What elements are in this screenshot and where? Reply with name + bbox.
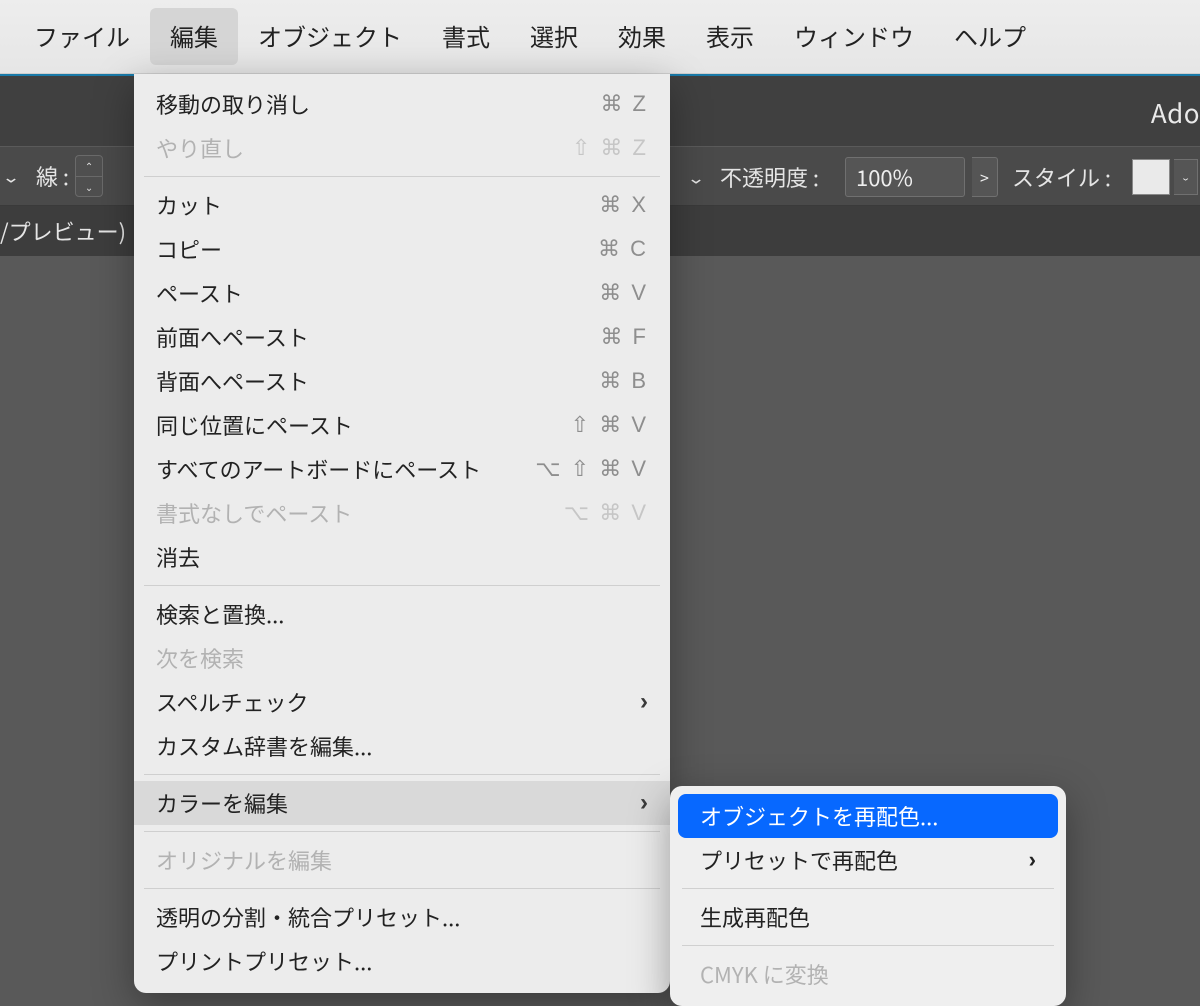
menu-item[interactable]: 検索と置換...	[134, 592, 670, 636]
chevron-down-icon[interactable]: ⌄	[76, 177, 102, 197]
menu-効果[interactable]: 効果	[598, 8, 686, 65]
menu-表示[interactable]: 表示	[686, 8, 774, 65]
shortcut-label: ⇧ ⌘ V	[571, 412, 648, 438]
menu-item-label: コピー	[156, 233, 598, 265]
shortcut-label: ⌘ X	[599, 192, 648, 218]
menu-item: 書式なしでペースト⌥ ⌘ V	[134, 491, 670, 535]
edit-color-submenu: オブジェクトを再配色... プリセットで再配色› 生成再配色 CMYK に変換	[670, 786, 1066, 1006]
menu-item[interactable]: カスタム辞書を編集...	[134, 724, 670, 768]
menu-item-label: 前面へペースト	[156, 321, 600, 353]
submenu-item-label: プリセットで再配色	[700, 844, 1029, 876]
chevron-up-icon[interactable]: ⌃	[76, 156, 102, 177]
menu-item-label: 次を検索	[156, 642, 648, 674]
shortcut-label: ⌥ ⌘ V	[564, 500, 648, 526]
menu-item-label: 透明の分割・統合プリセット...	[156, 901, 648, 933]
chevron-right-icon: ›	[1029, 847, 1036, 873]
submenu-item[interactable]: プリセットで再配色›	[678, 838, 1058, 882]
dropdown-icon[interactable]: ⌄	[0, 146, 22, 206]
document-tab-label[interactable]: /プレビュー)	[0, 215, 126, 247]
menu-item-label: 同じ位置にペースト	[156, 409, 571, 441]
menu-書式[interactable]: 書式	[422, 8, 510, 65]
menu-ウィンドウ[interactable]: ウィンドウ	[774, 8, 934, 65]
submenu-item: CMYK に変換	[678, 952, 1058, 996]
menu-item: やり直し⇧ ⌘ Z	[134, 126, 670, 170]
edit-menu-dropdown: 移動の取り消し⌘ Zやり直し⇧ ⌘ Zカット⌘ Xコピー⌘ Cペースト⌘ V前面…	[134, 74, 670, 993]
menu-ファイル[interactable]: ファイル	[14, 8, 150, 65]
style-swatch[interactable]	[1132, 159, 1170, 195]
menu-item-label: やり直し	[156, 132, 572, 164]
menu-item[interactable]: プリントプリセット...	[134, 939, 670, 983]
menu-オブジェクト[interactable]: オブジェクト	[238, 8, 422, 65]
menu-item-label: スペルチェック	[156, 686, 640, 718]
shortcut-label: ⌥ ⇧ ⌘ V	[535, 456, 648, 482]
menu-item-label: カスタム辞書を編集...	[156, 730, 648, 762]
stroke-label: 線 :	[22, 160, 75, 192]
menu-item[interactable]: 移動の取り消し⌘ Z	[134, 82, 670, 126]
menu-item[interactable]: スペルチェック›	[134, 680, 670, 724]
submenu-item[interactable]: 生成再配色	[678, 895, 1058, 939]
menu-編集[interactable]: 編集	[150, 8, 238, 65]
opacity-input[interactable]: 100%	[845, 157, 965, 197]
menu-item[interactable]: 消去	[134, 535, 670, 579]
menu-item[interactable]: カラーを編集›	[134, 781, 670, 825]
shortcut-label: ⌘ Z	[600, 91, 648, 117]
shortcut-label: ⌘ B	[599, 368, 648, 394]
menu-item: オリジナルを編集	[134, 838, 670, 882]
shortcut-label: ⌘ V	[599, 280, 648, 306]
menu-item[interactable]: すべてのアートボードにペースト⌥ ⇧ ⌘ V	[134, 447, 670, 491]
menu-item[interactable]: カット⌘ X	[134, 183, 670, 227]
menu-item-label: カット	[156, 189, 599, 221]
submenu-item-label: 生成再配色	[700, 901, 1036, 933]
shortcut-label: ⌘ C	[598, 236, 648, 262]
menu-item-label: 検索と置換...	[156, 598, 648, 630]
menu-item-label: カラーを編集	[156, 787, 640, 819]
dropdown-icon[interactable]: ⌄	[685, 147, 707, 207]
menu-item[interactable]: 背面へペースト⌘ B	[134, 359, 670, 403]
menu-item[interactable]: 前面へペースト⌘ F	[134, 315, 670, 359]
menu-bar: ファイル編集オブジェクト書式選択効果表示ウィンドウヘルプ	[0, 0, 1200, 74]
menu-item: 次を検索	[134, 636, 670, 680]
style-label: スタイル :	[1012, 147, 1111, 207]
submenu-item[interactable]: オブジェクトを再配色...	[678, 794, 1058, 838]
menu-item-label: 消去	[156, 541, 648, 573]
menu-item-label: 書式なしでペースト	[156, 497, 564, 529]
submenu-item-label: オブジェクトを再配色...	[700, 800, 1036, 832]
menu-item[interactable]: コピー⌘ C	[134, 227, 670, 271]
menu-item-label: プリントプリセット...	[156, 945, 648, 977]
style-dropdown-icon[interactable]: ⌄	[1174, 159, 1198, 195]
menu-選択[interactable]: 選択	[510, 8, 598, 65]
menu-item-label: 移動の取り消し	[156, 88, 600, 120]
chevron-right-icon: ›	[640, 789, 648, 817]
opacity-more-button[interactable]: >	[972, 157, 998, 197]
stroke-stepper[interactable]: ⌃ ⌄	[75, 155, 103, 197]
menu-ヘルプ[interactable]: ヘルプ	[934, 8, 1046, 65]
menu-item[interactable]: 透明の分割・統合プリセット...	[134, 895, 670, 939]
shortcut-label: ⇧ ⌘ Z	[572, 135, 648, 161]
opacity-label: 不透明度 :	[720, 147, 819, 207]
menu-item-label: 背面へペースト	[156, 365, 599, 397]
menu-item[interactable]: ペースト⌘ V	[134, 271, 670, 315]
submenu-item-label: CMYK に変換	[700, 958, 1036, 990]
menu-item-label: オリジナルを編集	[156, 844, 648, 876]
app-name-fragment: Ado	[1151, 94, 1200, 131]
menu-item-label: ペースト	[156, 277, 599, 309]
menu-item[interactable]: 同じ位置にペースト⇧ ⌘ V	[134, 403, 670, 447]
menu-item-label: すべてのアートボードにペースト	[156, 453, 535, 485]
chevron-right-icon: ›	[640, 688, 648, 716]
shortcut-label: ⌘ F	[600, 324, 648, 350]
